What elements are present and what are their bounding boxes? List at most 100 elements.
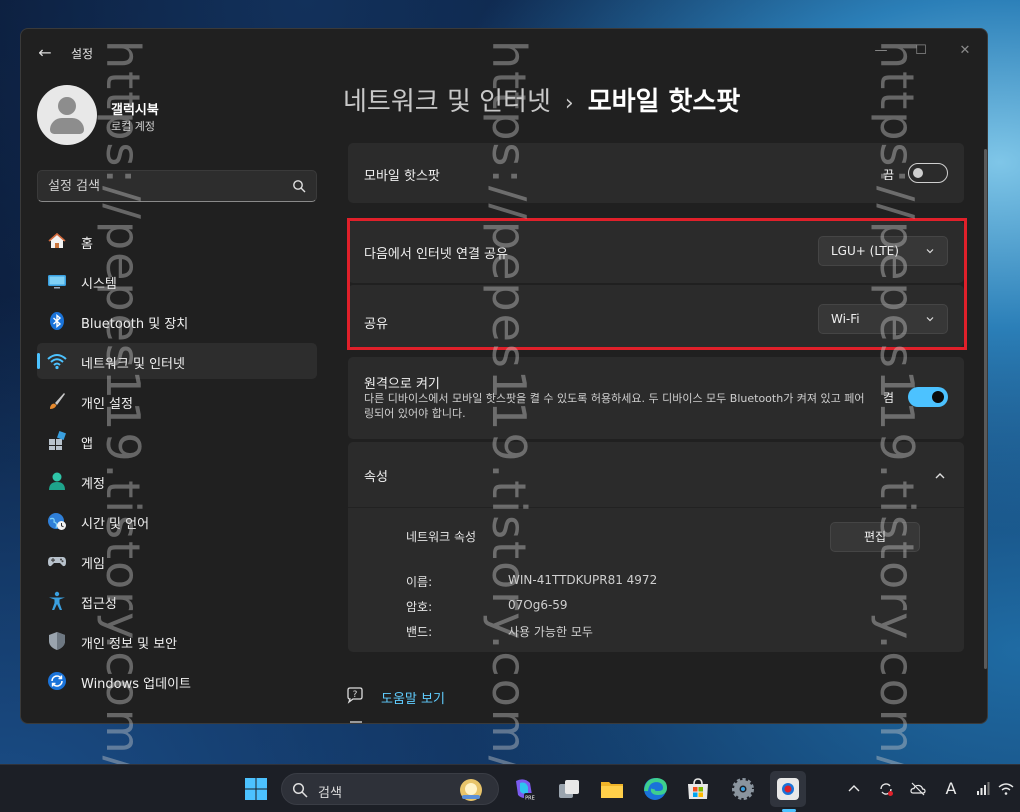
shield-icon (49, 632, 65, 650)
edge-browser-icon[interactable] (641, 775, 669, 803)
task-view-icon[interactable] (555, 775, 583, 803)
sidebar-item-apps[interactable]: 앱 (37, 423, 317, 459)
svg-text:?: ? (353, 690, 358, 700)
globe-clock-icon (48, 513, 66, 530)
sidebar-item-label: 접근성 (81, 597, 117, 612)
store-icon[interactable] (684, 775, 712, 803)
network-properties-label: 네트워크 속성 (406, 530, 477, 544)
windows-start-icon[interactable] (242, 775, 270, 803)
hotspot-toggle[interactable] (908, 163, 948, 183)
hotspot-card: 모바일 핫스팟 끔 (348, 143, 964, 203)
sidebar-item-accounts[interactable]: 계정 (37, 463, 317, 499)
sidebar-item-system[interactable]: 시스템 (37, 263, 317, 299)
help-link[interactable]: 도움말 보기 (381, 688, 445, 707)
apps-icon (49, 431, 66, 450)
sidebar-item-time-language[interactable]: 시간 및 언어 (37, 503, 317, 539)
sidebar-item-label: 네트워크 및 인터넷 (81, 357, 185, 372)
band-label: 밴드: (406, 625, 433, 639)
sidebar-item-personalization[interactable]: 개인 설정 (37, 383, 317, 419)
breadcrumb: 네트워크 및 인터넷 › 모바일 핫스팟 (343, 81, 740, 121)
chevron-up-icon[interactable] (846, 781, 862, 797)
remote-toggle[interactable] (908, 387, 948, 407)
copilot-icon[interactable]: PRE (510, 775, 538, 803)
sidebar-item-windows-update[interactable]: Windows 업데이트 (37, 663, 317, 699)
title-bar: ← 설정 — ☐ ✕ (21, 29, 987, 73)
taskbar: 검색 PRE A (0, 764, 1020, 812)
sidebar-item-label: 시간 및 언어 (81, 517, 150, 532)
highlight-box (347, 218, 967, 350)
sidebar-item-label: 앱 (81, 437, 93, 452)
signal-icon[interactable] (975, 781, 991, 797)
settings-gear-icon[interactable] (729, 775, 757, 803)
bluetooth-icon (50, 312, 64, 330)
sidebar-nav: 홈 시스템 Bluetooth 및 장치 네트워크 및 인터넷 개인 설정 앱 … (37, 223, 317, 703)
name-value: WIN-41TTDKUPR81 4972 (508, 573, 658, 587)
name-label: 이름: (406, 575, 433, 589)
sync-icon[interactable] (878, 781, 894, 797)
onedrive-offline-icon[interactable] (910, 781, 926, 797)
folder-icon[interactable] (598, 775, 626, 803)
search-highlight-icon (460, 779, 482, 801)
search-icon[interactable] (292, 179, 306, 193)
sidebar-item-label: Bluetooth 및 장치 (81, 317, 189, 332)
wifi-icon (47, 354, 67, 370)
account-icon (49, 472, 65, 490)
profile-account-type: 로컬 계정 (111, 120, 155, 133)
gamepad-icon (48, 557, 66, 567)
remote-state-text: 켬 (883, 391, 895, 405)
feedback-icon (350, 721, 362, 723)
remote-label: 원격으로 켜기 (364, 377, 440, 392)
remote-description: 다른 디바이스에서 모바일 핫스팟을 켤 수 있도록 허용하세요. 두 디바이스… (364, 392, 865, 420)
hotspot-state-text: 끔 (883, 168, 895, 182)
user-profile[interactable]: 갤럭시북 로컬 계정 (37, 85, 317, 145)
sidebar-item-label: 게임 (81, 557, 105, 572)
sidebar-item-label: 계정 (81, 477, 105, 492)
home-icon (48, 232, 66, 248)
ime-indicator[interactable]: A (943, 781, 959, 797)
maximize-button[interactable]: ☐ (901, 37, 941, 65)
wifi-tray-icon[interactable] (998, 781, 1014, 797)
sidebar-item-home[interactable]: 홈 (37, 223, 317, 259)
profile-name: 갤럭시북 (111, 103, 159, 118)
window-title: 설정 (71, 47, 94, 61)
edit-button[interactable]: 편집 (830, 522, 920, 552)
system-icon (48, 275, 66, 289)
back-button[interactable]: ← (33, 41, 57, 65)
sidebar-item-label: Windows 업데이트 (81, 677, 192, 692)
search-input[interactable] (48, 176, 278, 196)
chevron-up-icon[interactable] (934, 470, 946, 482)
sidebar-item-accessibility[interactable]: 접근성 (37, 583, 317, 619)
hotspot-label: 모바일 핫스팟 (364, 169, 440, 184)
band-value: 사용 가능한 모두 (508, 625, 593, 639)
screen-recorder-icon[interactable] (774, 775, 802, 803)
breadcrumb-parent[interactable]: 네트워크 및 인터넷 (343, 87, 551, 117)
sidebar-item-bluetooth[interactable]: Bluetooth 및 장치 (37, 303, 317, 339)
breadcrumb-separator: › (564, 91, 574, 116)
sidebar-item-label: 개인 정보 및 보안 (81, 637, 178, 652)
sidebar-item-label: 개인 설정 (81, 397, 133, 412)
sidebar-item-privacy[interactable]: 개인 정보 및 보안 (37, 623, 317, 659)
properties-header: 속성 (364, 470, 388, 485)
settings-search-box (37, 170, 317, 202)
close-button[interactable]: ✕ (945, 37, 985, 65)
svg-text:PRE: PRE (525, 796, 535, 802)
sidebar-item-label: 홈 (81, 237, 93, 252)
minimize-button[interactable]: — (861, 37, 901, 65)
sidebar-item-network[interactable]: 네트워크 및 인터넷 (37, 343, 317, 379)
password-label: 암호: (406, 600, 433, 614)
search-icon (292, 782, 308, 798)
scrollbar[interactable] (984, 149, 987, 669)
update-icon (48, 672, 66, 690)
taskbar-search-label: 검색 (318, 786, 342, 801)
help-icon: ? (347, 687, 363, 704)
divider (348, 507, 964, 508)
accessibility-icon (49, 591, 65, 610)
properties-card: 속성 네트워크 속성 편집 이름: WIN-41TTDKUPR81 4972 암… (348, 442, 964, 652)
sidebar-item-gaming[interactable]: 게임 (37, 543, 317, 579)
sidebar-item-label: 시스템 (81, 277, 117, 292)
settings-window: ← 설정 — ☐ ✕ 갤럭시북 로컬 계정 홈 (20, 28, 988, 724)
remote-card: 원격으로 켜기 다른 디바이스에서 모바일 핫스팟을 켤 수 있도록 허용하세요… (348, 357, 964, 439)
page-title: 모바일 핫스팟 (587, 87, 741, 117)
taskbar-search[interactable]: 검색 (281, 773, 499, 805)
password-value: 07Og6-59 (508, 598, 568, 612)
